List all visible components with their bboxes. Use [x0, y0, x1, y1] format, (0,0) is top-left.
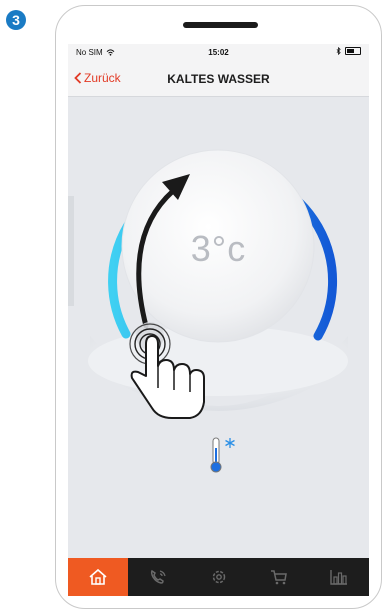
- tab-bar: [68, 558, 369, 596]
- temperature-dial: [68, 149, 348, 419]
- status-time: 15:02: [208, 48, 229, 57]
- phone-icon: [151, 569, 166, 584]
- step-badge: 3: [6, 10, 26, 30]
- tab-phone[interactable]: [128, 558, 188, 596]
- tab-home[interactable]: [68, 558, 129, 596]
- phone-speaker: [183, 22, 258, 28]
- status-bar: No SIM 15:02: [68, 44, 369, 62]
- gear-icon: [212, 570, 225, 584]
- status-right: [336, 47, 361, 55]
- cart-icon: [270, 570, 287, 585]
- navigation-bar: Zurück KALTES WASSER: [68, 62, 369, 97]
- bar-chart-icon: [330, 570, 347, 585]
- app-screen: No SIM 15:02 Zurück KALTES WASSER 3°c: [68, 44, 369, 596]
- bluetooth-icon: [336, 47, 341, 55]
- main-content: 3°c: [68, 96, 369, 566]
- tab-settings[interactable]: [188, 558, 248, 596]
- back-button[interactable]: Zurück: [74, 71, 121, 85]
- back-button-label: Zurück: [84, 71, 121, 85]
- tab-cart[interactable]: [249, 558, 309, 596]
- home-icon: [89, 568, 107, 585]
- temperature-readout: 3°c: [190, 228, 247, 269]
- battery-icon: [345, 47, 361, 55]
- phone-frame: No SIM 15:02 Zurück KALTES WASSER 3°c: [55, 5, 382, 609]
- tab-statistics[interactable]: [309, 558, 369, 596]
- chevron-left-icon: [74, 72, 82, 84]
- thermometer-snowflake-icon: [210, 437, 235, 473]
